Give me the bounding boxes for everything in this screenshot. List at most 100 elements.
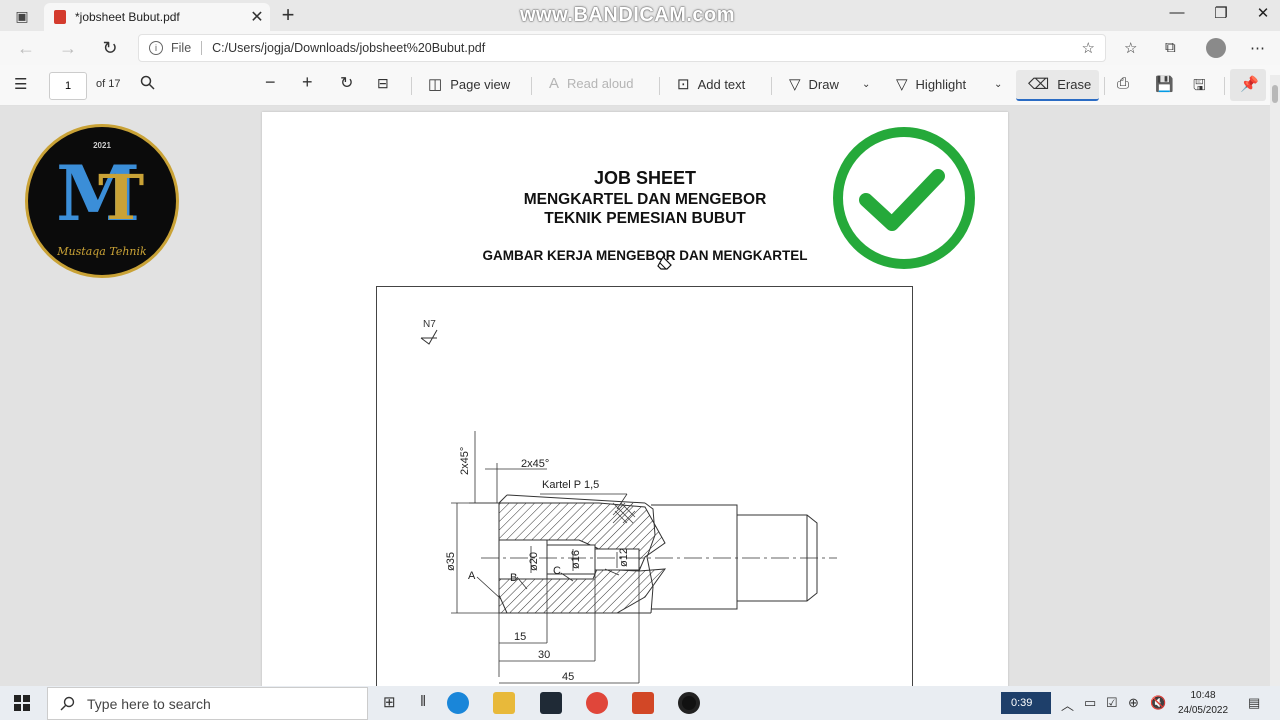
url-field[interactable]: i File C:/Users/jogja/Downloads/jobsheet… [138,34,1106,62]
start-button[interactable] [14,695,30,716]
channel-logo: 2021 M T Mustaqa Tehnik [25,124,179,278]
toolbar-divider [1104,77,1105,95]
system-clock[interactable]: 10:48 24/05/2022 [1172,688,1234,718]
technical-drawing: N7 2x45° 2x45° Kartel P 1,5 ø35 ø20 ø16 … [420,319,837,684]
add-favorite-icon[interactable]: ☆ [1082,39,1095,57]
file-explorer-icon[interactable] [493,692,515,714]
zoom-out-button[interactable]: − [265,72,276,93]
logo-letter-t: T [98,161,145,234]
page-total-label: of 17 [96,78,121,90]
dim-diameter-35: ø35 [445,552,457,571]
read-aloud-button[interactable]: A Read aloud [549,75,634,92]
eraser-icon: ⌫ [1028,76,1050,93]
highlight-button[interactable]: ▽ Highlight [896,75,966,93]
page-view-icon: ◫ [428,76,443,93]
contents-icon[interactable]: ☰ [14,75,35,93]
logo-name: Mustaqa Tehnik [57,245,147,258]
refresh-button[interactable]: ↻ [98,37,122,59]
taskbar-search-box[interactable]: Type here to search [47,687,368,720]
powerpoint-app-icon[interactable] [632,692,654,714]
rotate-icon[interactable]: ↻ [340,73,353,93]
highlight-label: Highlight [915,76,967,92]
pdf-viewer-area: 2021 M T Mustaqa Tehnik JOB SHEET MENGKA… [0,106,1270,686]
vertical-scrollbar[interactable] [1270,75,1280,686]
collections-icon[interactable]: ⧉ [1165,39,1176,56]
search-icon[interactable] [140,75,155,90]
mail-app-icon[interactable] [540,692,562,714]
chrome-app-icon[interactable] [586,692,608,714]
security-icon[interactable]: ☑ [1106,695,1118,711]
add-text-button[interactable]: ⊡ Add text [677,75,745,93]
toolbar-divider [1224,77,1225,95]
add-text-icon: ⊡ [677,76,690,93]
search-icon [60,696,75,711]
clock-time: 10:48 [1190,690,1216,701]
info-icon[interactable]: i [149,41,163,55]
forward-button[interactable]: → [56,37,80,59]
task-view-icon[interactable]: ⊞ [383,693,396,711]
tab-actions-icon[interactable]: ▣ [8,5,36,27]
show-hidden-icons-icon[interactable]: ︿ [1061,695,1074,714]
toolbar-divider [411,77,412,95]
toolbar-divider [531,77,532,95]
print-icon[interactable]: ⎙ [1117,75,1129,92]
close-tab-icon[interactable]: ✕ [244,7,270,27]
notifications-icon[interactable]: ▤ [1248,695,1260,711]
pdf-file-icon [54,10,66,24]
page-view-button[interactable]: ◫ Page view [428,75,510,93]
title-bar: ▣ *jobsheet Bubut.pdf ✕ + www.BANDICAM.c… [0,0,1280,31]
page-view-label: Page view [450,76,511,92]
network-icon[interactable]: ⊕ [1128,695,1139,711]
highlight-icon: ▽ [896,76,908,93]
favorites-icon[interactable]: ☆ [1124,39,1137,57]
clock-date: 24/05/2022 [1177,705,1229,716]
draw-label: Draw [808,76,839,92]
scrollbar-thumb[interactable] [1272,85,1278,103]
page-number-input[interactable]: 1 [49,72,87,100]
edge-app-icon[interactable] [447,692,469,714]
draw-icon: ▽ [789,76,801,93]
profile-avatar[interactable] [1206,38,1226,58]
highlight-options-chevron-icon[interactable]: ⌄ [994,79,1002,90]
erase-button-content: ⌫ Erase [1028,75,1091,93]
widget-icon[interactable]: ‖ [420,693,426,710]
draw-options-chevron-icon[interactable]: ⌄ [862,79,870,90]
url-text: C:/Users/jogja/Downloads/jobsheet%20Bubu… [212,41,486,55]
back-button[interactable]: ← [14,37,38,59]
draw-button[interactable]: ▽ Draw [789,75,839,93]
save-as-icon[interactable]: 🖫 [1193,75,1206,100]
bandicam-app-icon[interactable] [678,692,700,714]
maximize-button[interactable]: ❐ [1206,4,1236,22]
eraser-cursor-icon [657,256,672,270]
dim-chamfer-vertical: 2x45° [459,447,471,475]
point-label-a: A [468,570,476,582]
point-label-c: C [553,565,561,577]
dim-chamfer-horizontal: 2x45° [521,458,549,470]
pdf-toolbar: ☰ 1 of 17 − + ↻ ⊟ ◫ Page view A Read aloud… [0,65,1280,106]
url-scheme-label: File [171,41,192,55]
checkmark-icon [833,127,975,269]
battery-icon[interactable]: ▭ [1084,695,1096,711]
dim-length-15: 15 [514,631,526,643]
tab-jobsheet[interactable]: *jobsheet Bubut.pdf ✕ [44,3,270,31]
technical-drawing-frame: N7 2x45° 2x45° Kartel P 1,5 ø35 ø20 ø16 … [376,286,913,686]
read-aloud-label: Read aloud [567,76,634,91]
zoom-in-button[interactable]: + [302,72,313,93]
dim-diameter-20: ø20 [528,552,540,571]
surface-symbol-label: N7 [423,319,436,330]
taskbar-search-placeholder: Type here to search [87,695,211,712]
close-window-button[interactable]: ✕ [1248,4,1278,22]
new-tab-button[interactable]: + [276,2,300,28]
recording-watermark: www.BANDICAM.com [520,4,736,26]
tab-title: *jobsheet Bubut.pdf [75,10,180,24]
volume-muted-icon[interactable]: 🔇 [1150,695,1166,711]
erase-label: Erase [1057,76,1092,92]
minimize-button[interactable]: — [1162,4,1192,21]
dim-diameter-16: ø16 [570,550,582,569]
address-bar-row: ← → ↻ i File C:/Users/jogja/Downloads/jo… [0,31,1280,65]
more-menu-icon[interactable]: ⋯ [1250,39,1265,57]
toolbar-divider [659,77,660,95]
knurl-label: Kartel P 1,5 [542,479,599,491]
fit-page-icon[interactable]: ⊟ [377,75,389,92]
save-icon[interactable]: 💾 [1155,75,1174,93]
